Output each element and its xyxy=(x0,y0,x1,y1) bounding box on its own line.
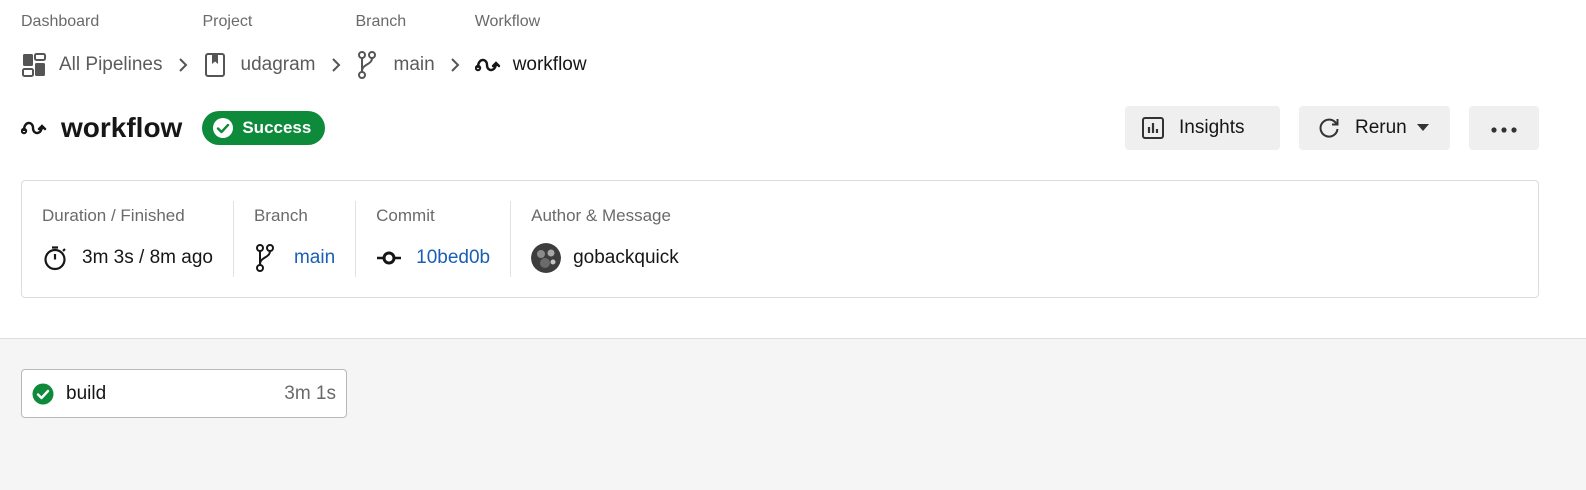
bookmark-icon xyxy=(203,51,231,79)
branch-icon xyxy=(254,244,282,272)
workflow-icon xyxy=(474,51,503,79)
more-options-button[interactable] xyxy=(1469,106,1539,150)
duration-value: 3m 3s / 8m ago xyxy=(82,247,213,268)
info-commit: Commit 10bed0b xyxy=(356,201,512,277)
breadcrumb-project[interactable]: Project udagram xyxy=(203,12,316,80)
branch-icon xyxy=(356,51,384,79)
breadcrumb-caption: Branch xyxy=(355,13,407,30)
status-badge-label: Success xyxy=(242,118,312,137)
breadcrumb-workflow: Workflow workflow xyxy=(474,12,587,80)
success-check-icon xyxy=(32,383,54,405)
author-name[interactable]: gobackquick xyxy=(573,247,679,269)
page-title: workflow xyxy=(61,112,183,143)
workflow-icon xyxy=(21,113,51,143)
rerun-button-label: Rerun xyxy=(1355,117,1407,138)
breadcrumb-link-branch[interactable]: main xyxy=(394,54,435,76)
breadcrumb-caption: Workflow xyxy=(474,13,541,30)
commit-link[interactable]: 10bed0b xyxy=(416,247,490,269)
info-caption-author: Author & Message xyxy=(531,206,671,225)
chevron-right-icon xyxy=(316,50,356,80)
branch-link[interactable]: main xyxy=(294,247,335,269)
chevron-down-icon xyxy=(1416,124,1429,132)
breadcrumb-caption: Project xyxy=(202,13,253,30)
commit-icon xyxy=(376,244,404,272)
info-caption-branch: Branch xyxy=(253,206,308,225)
stopwatch-icon xyxy=(42,244,70,272)
chevron-right-icon xyxy=(435,50,475,80)
workflow-info-card: Duration / Finished 3m 3s / 8m ago Branc… xyxy=(21,180,1539,298)
breadcrumb-link-all-pipelines[interactable]: All Pipelines xyxy=(59,54,163,76)
breadcrumb-link-project[interactable]: udagram xyxy=(241,54,316,76)
job-name: build xyxy=(66,382,107,404)
breadcrumb-current-workflow: workflow xyxy=(512,54,587,75)
breadcrumb: Dashboard All Pipelines Project udagram … xyxy=(21,12,587,79)
page-header: workflow Success xyxy=(21,108,326,148)
more-icon xyxy=(1491,117,1517,139)
info-branch: Branch main xyxy=(234,201,357,277)
rerun-button[interactable]: Rerun xyxy=(1299,106,1450,150)
avatar xyxy=(531,243,562,273)
job-duration: 3m 1s xyxy=(284,382,336,404)
insights-button[interactable]: Insights xyxy=(1125,106,1280,150)
status-badge: Success xyxy=(202,111,326,145)
refresh-icon xyxy=(1317,115,1343,141)
chevron-right-icon xyxy=(163,50,203,80)
info-caption-commit: Commit xyxy=(376,206,435,225)
info-author: Author & Message gobackquick xyxy=(511,201,699,277)
breadcrumb-dashboard[interactable]: Dashboard All Pipelines xyxy=(21,12,163,80)
insights-chart-icon xyxy=(1141,115,1167,141)
info-caption-duration: Duration / Finished xyxy=(42,206,185,225)
job-card-build[interactable]: build 3m 1s xyxy=(21,369,347,418)
check-circle-icon xyxy=(212,117,234,139)
insights-button-label: Insights xyxy=(1179,117,1245,138)
breadcrumb-caption: Dashboard xyxy=(21,13,100,30)
info-duration: Duration / Finished 3m 3s / 8m ago xyxy=(22,201,234,277)
breadcrumb-branch[interactable]: Branch main xyxy=(356,12,435,80)
dashboard-icon xyxy=(21,51,49,79)
